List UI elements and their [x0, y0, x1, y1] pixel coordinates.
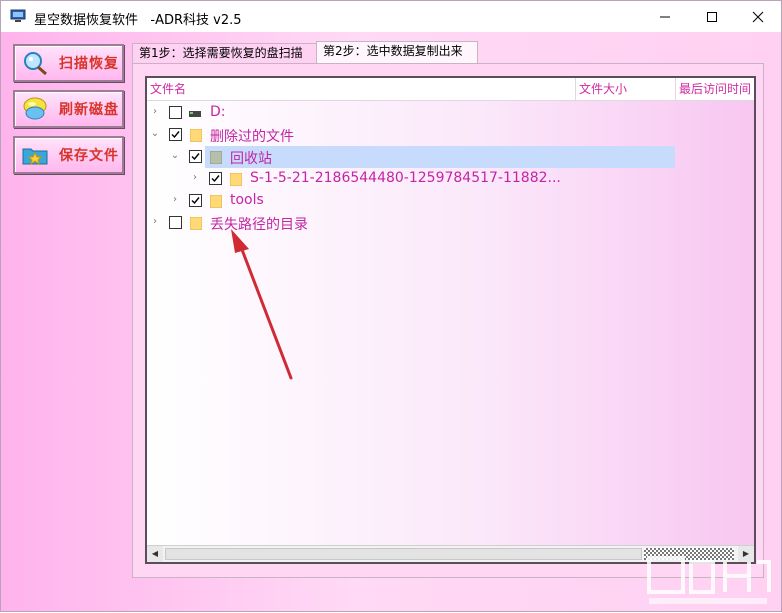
watermark-logo: [647, 556, 771, 604]
tree-row-label: 回收站: [230, 151, 272, 167]
folder-icon: [230, 173, 242, 186]
checkmark-icon: [191, 197, 200, 205]
tree-header: 文件名 文件大小 最后访问时间: [147, 78, 754, 101]
expand-arrow-icon[interactable]: ›: [150, 217, 160, 227]
tree-row-tools[interactable]: › tools: [147, 190, 754, 212]
checkmark-icon: [191, 153, 200, 161]
row-checkbox-checked[interactable]: [209, 172, 222, 185]
checkmark-icon: [171, 131, 180, 139]
tree-row-lost-path-dirs[interactable]: › 丢失路径的目录: [147, 212, 754, 234]
scrollbar-thumb[interactable]: [165, 548, 642, 560]
collapse-arrow-icon[interactable]: ⌄: [150, 129, 160, 139]
tree-row-label: 删除过的文件: [210, 129, 294, 145]
row-checkbox-checked[interactable]: [189, 150, 202, 163]
checkmark-icon: [211, 175, 220, 183]
save-folder-icon: [22, 148, 48, 166]
recycle-folder-icon: [210, 151, 222, 164]
app-window: 星空数据恢复软件 -ADR科技 v2.5 扫描恢复 刷新磁盘 保存文件 第1步：…: [0, 0, 782, 612]
refresh-disk-button[interactable]: 刷新磁盘: [13, 90, 124, 128]
column-filename-label: 文件名: [150, 82, 187, 96]
magnifier-icon: [24, 52, 47, 76]
close-icon: [752, 11, 764, 22]
folder-icon: [190, 129, 202, 142]
scan-recover-label: 扫描恢复: [59, 56, 119, 72]
row-checkbox-checked[interactable]: [169, 128, 182, 141]
folder-icon: [210, 195, 222, 208]
app-icon: [10, 9, 26, 22]
close-button[interactable]: [735, 1, 781, 32]
expand-arrow-icon[interactable]: ›: [190, 173, 200, 183]
row-checkbox-checked[interactable]: [189, 194, 202, 207]
column-filename[interactable]: 文件名: [147, 78, 575, 100]
refresh-disk-label: 刷新磁盘: [59, 102, 119, 118]
expand-arrow-icon[interactable]: ›: [170, 195, 180, 205]
tree-row-label: 丢失路径的目录: [210, 217, 308, 233]
column-filesize-label: 文件大小: [579, 82, 628, 96]
tab-step2-copy[interactable]: 第2步：选中数据复制出来: [316, 41, 478, 63]
tab-step2-label: 第2步：选中数据复制出来: [323, 44, 463, 58]
column-last-access-label: 最后访问时间: [679, 82, 752, 96]
tree-row-label: S-1-5-21-2186544480-1259784517-11882...: [250, 170, 561, 186]
tab-step1-label: 第1步：选择需要恢复的盘扫描: [139, 46, 303, 60]
collapse-arrow-icon[interactable]: ⌄: [170, 151, 180, 161]
tab-step1-scan[interactable]: 第1步：选择需要恢复的盘扫描: [132, 43, 318, 63]
save-files-label: 保存文件: [59, 148, 119, 164]
folder-icon: [190, 217, 202, 230]
maximize-button[interactable]: [689, 1, 735, 32]
scroll-left-arrow-icon[interactable]: ◀: [147, 546, 163, 562]
save-files-button[interactable]: 保存文件: [13, 136, 124, 174]
file-tree[interactable]: 文件名 文件大小 最后访问时间 › D: ⌄ 删除过的文件 ⌄ 回收站 › S-…: [145, 76, 756, 564]
tree-row-drive-d[interactable]: › D:: [147, 102, 754, 124]
tree-row-label: D:: [210, 104, 226, 120]
minimize-button[interactable]: [642, 1, 688, 32]
column-last-access[interactable]: 最后访问时间: [675, 78, 754, 100]
row-checkbox[interactable]: [169, 106, 182, 119]
minimize-icon: [660, 16, 670, 17]
row-checkbox[interactable]: [169, 216, 182, 229]
tree-row-deleted-files[interactable]: ⌄ 删除过的文件: [147, 124, 754, 146]
tree-row-label: tools: [230, 192, 264, 208]
selection-highlight: [205, 146, 675, 168]
window-title: 星空数据恢复软件 -ADR科技 v2.5: [34, 13, 242, 28]
drive-icon: [189, 111, 201, 117]
tree-row-recycle-bin[interactable]: ⌄ 回收站: [147, 146, 754, 168]
maximize-icon: [707, 11, 717, 22]
tree-row-sid-folder[interactable]: › S-1-5-21-2186544480-1259784517-11882..…: [147, 168, 754, 190]
scan-recover-button[interactable]: 扫描恢复: [13, 44, 124, 82]
title-bar: 星空数据恢复软件 -ADR科技 v2.5: [1, 1, 781, 32]
refresh-disk-icon: [23, 97, 47, 120]
expand-arrow-icon[interactable]: ›: [150, 107, 160, 117]
column-filesize[interactable]: 文件大小: [575, 78, 675, 100]
